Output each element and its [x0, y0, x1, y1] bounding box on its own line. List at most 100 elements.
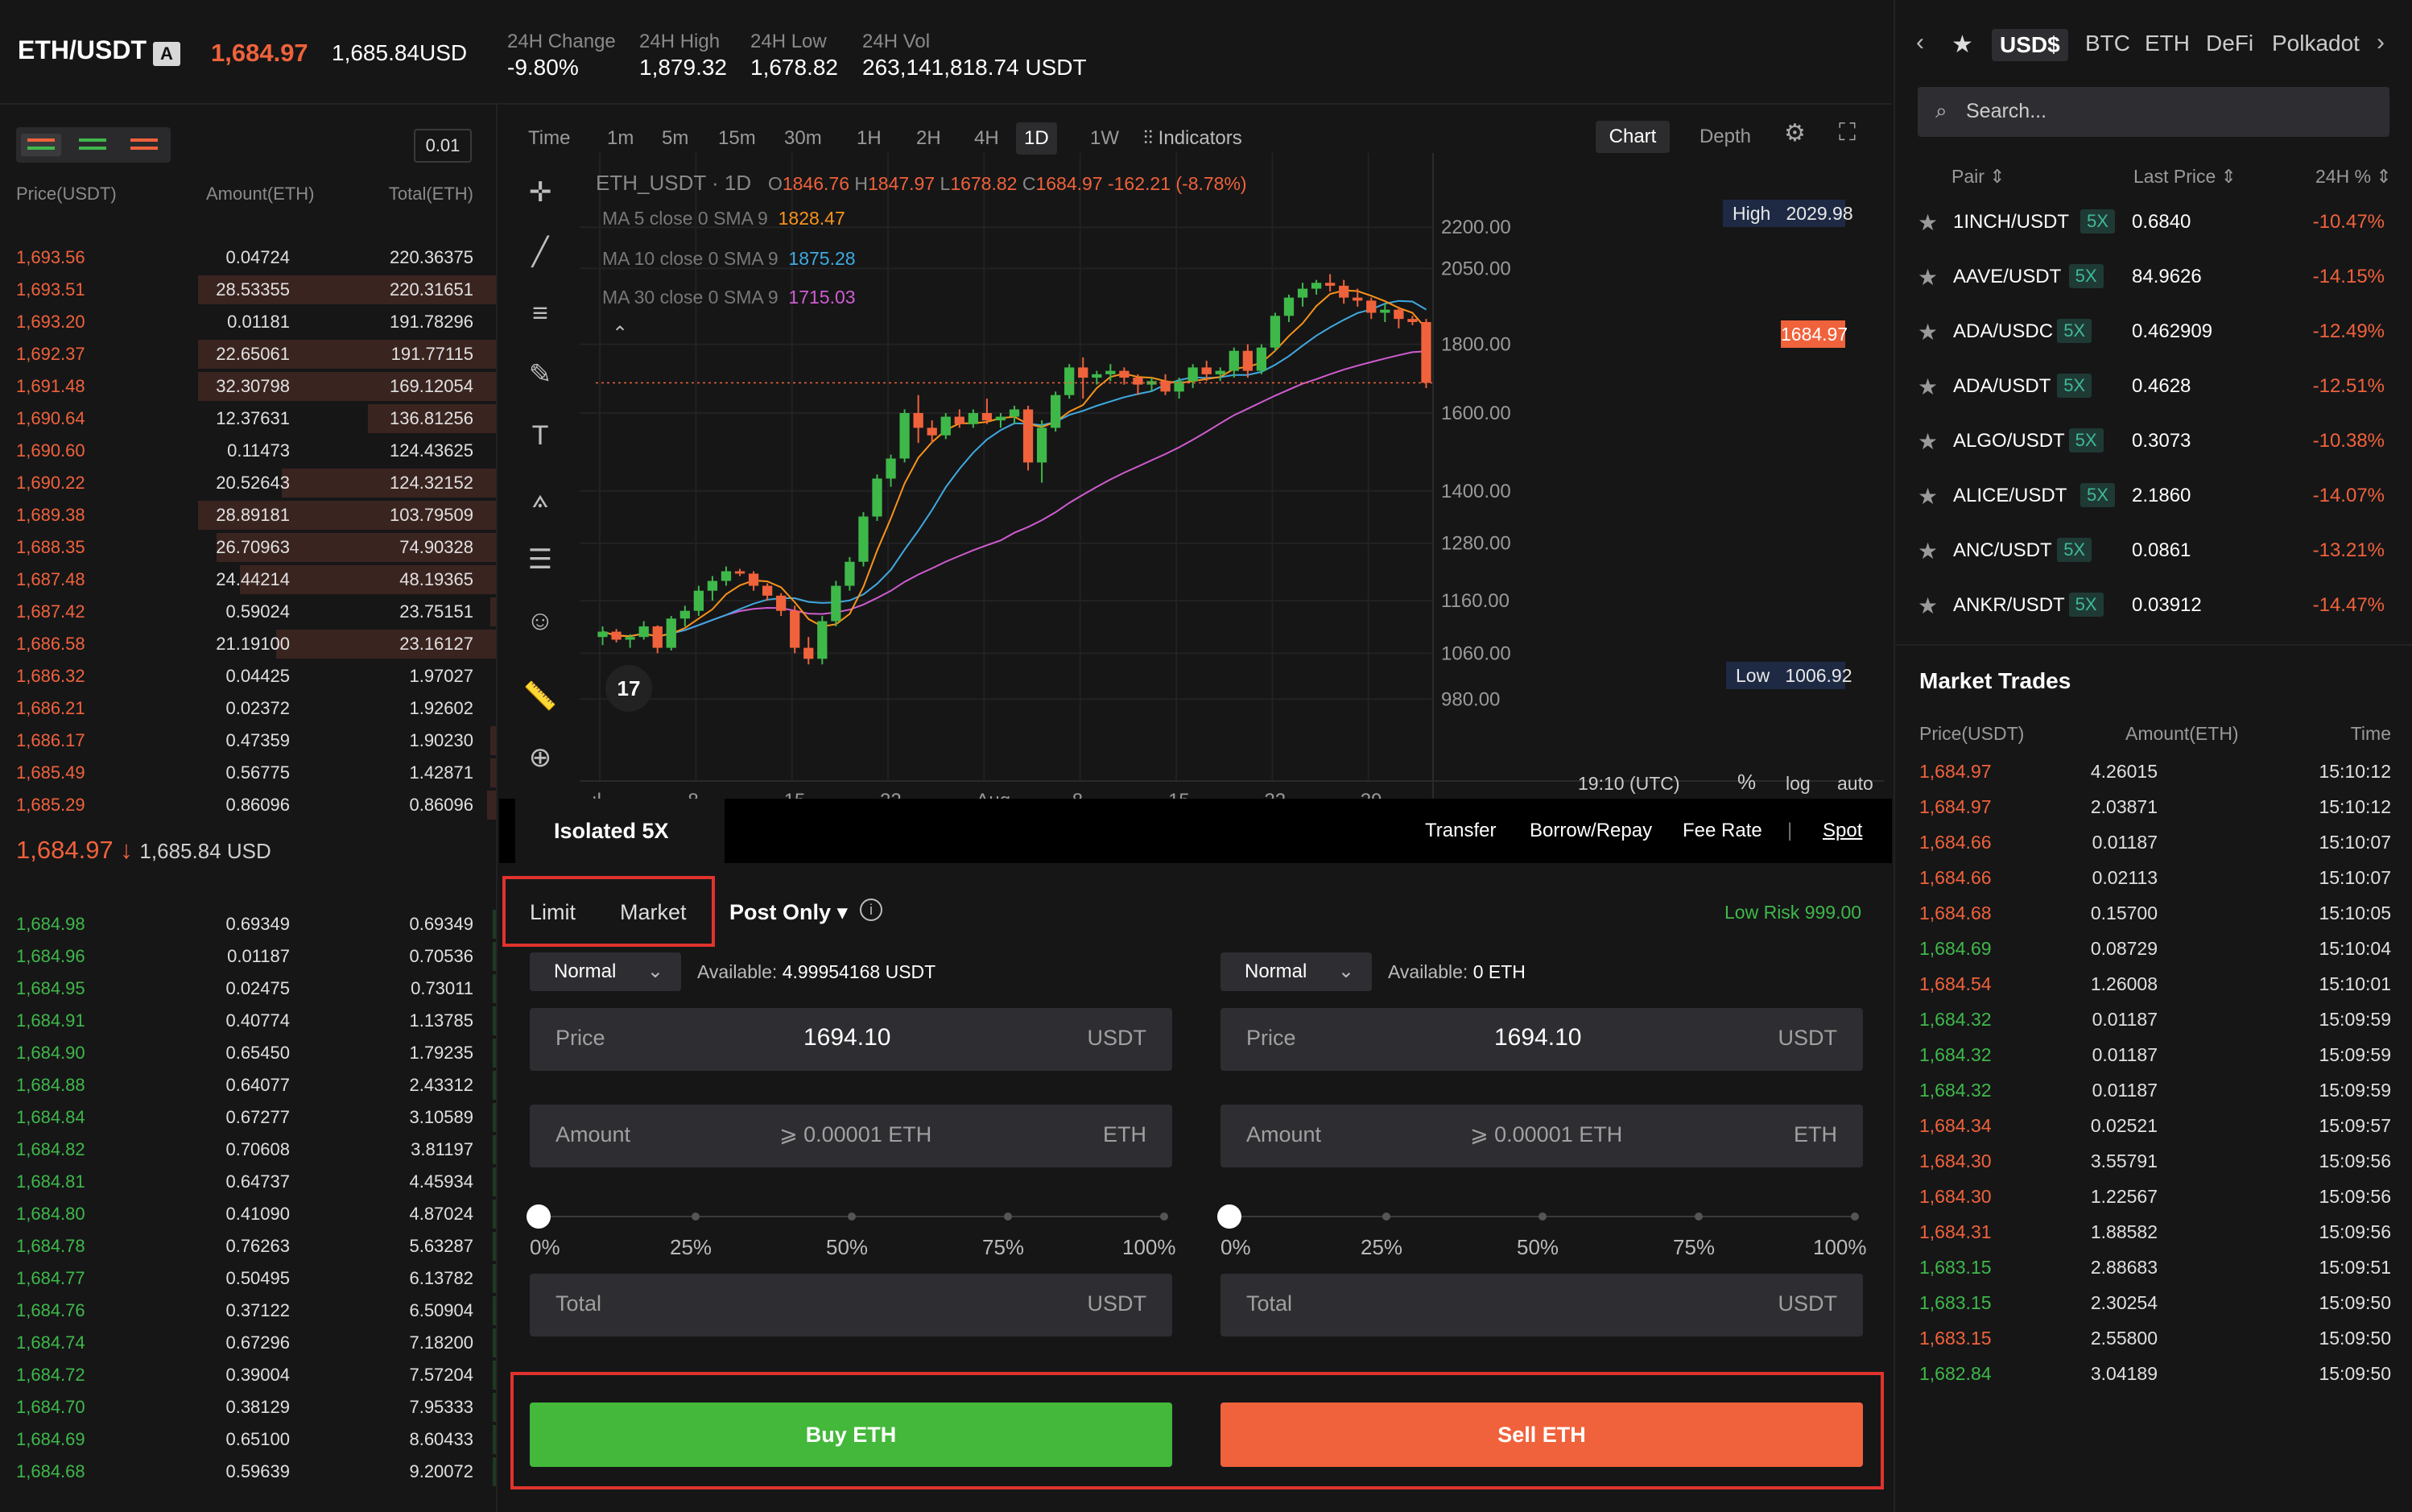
sell-slider-stop[interactable]	[1695, 1212, 1703, 1221]
ask-row[interactable]: 1,686.17 0.47359 1.90230	[0, 725, 496, 757]
star-icon[interactable]: ★	[1918, 428, 1938, 455]
ask-row[interactable]: 1,686.21 0.02372 1.92602	[0, 692, 496, 725]
star-icon[interactable]: ★	[1918, 483, 1938, 510]
market-row[interactable]: ★ ALGO/USDT 5X 0.3073 -10.38%	[1894, 414, 2412, 469]
tab-market[interactable]: Market	[620, 900, 687, 925]
orderbook-view-toggle[interactable]	[16, 127, 171, 163]
bid-row[interactable]: 1,684.68 0.59639 9.20072	[0, 1456, 496, 1488]
buy-amount-input[interactable]: Amount ⩾ 0.00001 ETH ETH	[530, 1105, 1172, 1167]
market-row[interactable]: ★ AAVE/USDT 5X 84.9626 -14.15%	[1894, 250, 2412, 304]
buy-percent-label[interactable]: 0%	[530, 1235, 560, 1260]
star-icon[interactable]: ★	[1918, 593, 1938, 619]
sort-by-change[interactable]: 24H % ⇕	[2315, 166, 2392, 188]
bid-row[interactable]: 1,684.80 0.41090 4.87024	[0, 1198, 496, 1230]
sell-percent-label[interactable]: 100%	[1813, 1235, 1867, 1260]
buy-percent-label[interactable]: 25%	[670, 1235, 712, 1260]
sell-slider-stop[interactable]	[1382, 1212, 1390, 1221]
ask-row[interactable]: 1,685.29 0.86096 0.86096	[0, 789, 496, 821]
sell-amount-input[interactable]: Amount ⩾ 0.00001 ETH ETH	[1220, 1105, 1863, 1167]
tab-limit[interactable]: Limit	[530, 900, 576, 925]
timeframe-1m[interactable]: 1m	[599, 122, 642, 155]
sell-price-value[interactable]: 1694.10	[1494, 1024, 1816, 1051]
ask-row[interactable]: 1,687.42 0.59024 23.75151	[0, 596, 496, 628]
info-icon[interactable]: i	[860, 899, 882, 921]
buy-slider-handle[interactable]	[527, 1204, 551, 1229]
sell-slider-handle[interactable]	[1217, 1204, 1241, 1229]
view-asks-button[interactable]	[124, 134, 164, 156]
fee-rate-link[interactable]: Fee Rate	[1683, 820, 1762, 842]
buy-price-value[interactable]: 1694.10	[803, 1024, 1125, 1051]
ask-row[interactable]: 1,686.32 0.04425 1.97027	[0, 660, 496, 692]
tab-defi[interactable]: DeFi	[2206, 31, 2253, 56]
post-only-dropdown[interactable]: Post Only ▾	[729, 900, 848, 925]
buy-price-input[interactable]: Price 1694.10 USDT	[530, 1008, 1172, 1071]
bid-row[interactable]: 1,684.91 0.40774 1.13785	[0, 1005, 496, 1037]
buy-mode-select[interactable]: Normal ⌄	[530, 952, 681, 991]
text-tool-icon[interactable]: T	[520, 415, 560, 456]
transfer-link[interactable]: Transfer	[1425, 820, 1496, 842]
bid-row[interactable]: 1,684.70 0.38129 7.95333	[0, 1391, 496, 1423]
forecast-icon[interactable]: ☰	[520, 539, 560, 580]
zoom-in-icon[interactable]: ⊕	[520, 737, 560, 778]
buy-percent-label[interactable]: 75%	[982, 1235, 1024, 1260]
sort-by-pair[interactable]: Pair ⇕	[1951, 166, 2005, 188]
tab-depth[interactable]: Depth	[1689, 121, 1762, 153]
log-scale-toggle[interactable]: log	[1786, 773, 1811, 795]
tab-isolated-margin[interactable]: Isolated 5X	[515, 799, 725, 863]
buy-slider-stop[interactable]	[1160, 1212, 1168, 1221]
settings-gear-icon[interactable]: ⚙	[1784, 119, 1806, 147]
market-row[interactable]: ★ ANKR/USDT 5X 0.03912 -14.47%	[1894, 578, 2412, 633]
tab-polkadot[interactable]: Polkadot	[2272, 31, 2360, 56]
ask-row[interactable]: 1,687.48 24.44214 48.19365	[0, 564, 496, 596]
pattern-icon[interactable]: ⟑	[520, 478, 560, 518]
timeframe-30m[interactable]: 30m	[776, 122, 830, 155]
view-bids-button[interactable]	[72, 134, 113, 156]
bid-row[interactable]: 1,684.88 0.64077 2.43312	[0, 1069, 496, 1101]
bid-row[interactable]: 1,684.74 0.67296 7.18200	[0, 1327, 496, 1359]
bid-row[interactable]: 1,684.98 0.69349 0.69349	[0, 908, 496, 940]
buy-percent-label[interactable]: 100%	[1122, 1235, 1176, 1260]
spot-link[interactable]: Spot	[1823, 820, 1862, 842]
sell-total-input[interactable]: Total USDT	[1220, 1274, 1863, 1336]
view-both-button[interactable]	[21, 134, 61, 156]
bid-row[interactable]: 1,684.72 0.39004 7.57204	[0, 1359, 496, 1391]
timeframe-15m[interactable]: 15m	[710, 122, 764, 155]
timeframe-1w[interactable]: 1W	[1082, 122, 1127, 155]
bid-row[interactable]: 1,684.82 0.70608 3.81197	[0, 1134, 496, 1166]
auto-scale-toggle[interactable]: auto	[1837, 773, 1873, 795]
chevron-right-icon[interactable]: ›	[2377, 29, 2385, 56]
precision-select[interactable]: 0.01	[414, 129, 472, 163]
sell-percent-label[interactable]: 25%	[1361, 1235, 1402, 1260]
crosshair-icon[interactable]: ✛	[520, 172, 560, 213]
ask-row[interactable]: 1,689.38 28.89181 103.79509	[0, 499, 496, 531]
bid-row[interactable]: 1,684.78 0.76263 5.63287	[0, 1230, 496, 1262]
buy-total-input[interactable]: Total USDT	[530, 1274, 1172, 1336]
market-row[interactable]: ★ ADA/USDT 5X 0.4628 -12.51%	[1894, 359, 2412, 414]
fib-lines-icon[interactable]: ≡	[520, 293, 560, 333]
sell-percent-label[interactable]: 50%	[1517, 1235, 1559, 1260]
timeframe-1h[interactable]: 1H	[849, 122, 890, 155]
bid-row[interactable]: 1,684.95 0.02475 0.73011	[0, 973, 496, 1005]
market-row[interactable]: ★ 1INCH/USDT 5X 0.6840 -10.47%	[1894, 195, 2412, 250]
tab-eth[interactable]: ETH	[2145, 31, 2190, 56]
bid-row[interactable]: 1,684.81 0.64737 4.45934	[0, 1166, 496, 1198]
ruler-icon[interactable]: 📏	[520, 676, 560, 717]
indicators-button[interactable]: ⫶⫶ Indicators	[1143, 122, 1242, 155]
ask-row[interactable]: 1,691.48 32.30798 169.12054	[0, 370, 496, 403]
chevron-left-icon[interactable]: ‹	[1916, 29, 1924, 56]
star-icon[interactable]: ★	[1918, 319, 1938, 345]
sell-slider-stop[interactable]	[1538, 1212, 1547, 1221]
sort-by-last-price[interactable]: Last Price ⇕	[2133, 166, 2236, 188]
bid-row[interactable]: 1,684.77 0.50495 6.13782	[0, 1262, 496, 1295]
ask-row[interactable]: 1,693.20 0.01181 191.78296	[0, 306, 496, 338]
timeframe-5m[interactable]: 5m	[654, 122, 696, 155]
buy-slider-stop[interactable]	[692, 1212, 700, 1221]
tab-btc[interactable]: BTC	[2085, 31, 2130, 56]
star-icon[interactable]: ★	[1918, 538, 1938, 564]
collapse-legend-icon[interactable]: ⌃	[612, 322, 628, 345]
search-input[interactable]: ⌕ Search...	[1918, 87, 2389, 137]
brush-icon[interactable]: ✎	[520, 354, 560, 395]
trend-line-icon[interactable]: ╱	[520, 232, 560, 272]
bid-row[interactable]: 1,684.90 0.65450 1.79235	[0, 1037, 496, 1069]
ask-row[interactable]: 1,693.51 28.53355 220.31651	[0, 274, 496, 306]
